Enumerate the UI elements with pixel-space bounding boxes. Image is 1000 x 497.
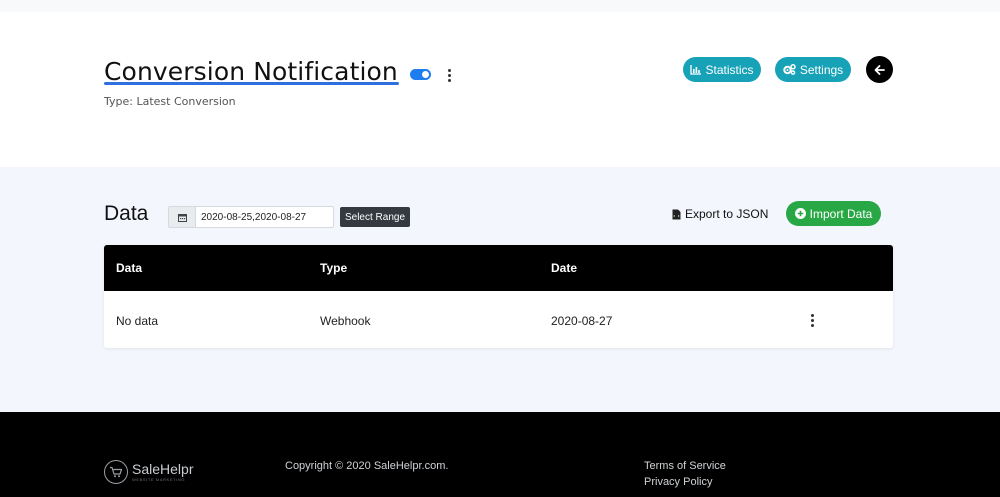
column-header-data[interactable]: Data [116, 261, 142, 275]
data-table: Data Type Date No data Webhook 2020-08-2… [104, 245, 893, 348]
import-label: Import Data [809, 206, 873, 221]
settings-button[interactable]: Settings [775, 57, 851, 82]
footer-logo[interactable]: SaleHelpr WEBSITE MARKETING [104, 460, 193, 484]
cell-type: Webhook [320, 314, 371, 328]
logo-name: SaleHelpr [132, 461, 194, 477]
page-header: Conversion Notification Type: Latest Con… [0, 12, 1000, 167]
top-bar [0, 0, 1000, 12]
row-more-options-icon[interactable] [810, 314, 814, 327]
privacy-policy-link[interactable]: Privacy Policy [644, 476, 712, 488]
calendar-icon[interactable] [169, 207, 196, 227]
cell-date: 2020-08-27 [551, 314, 613, 328]
date-range-input[interactable] [196, 207, 333, 227]
plus-circle-icon [794, 208, 806, 219]
cart-logo-icon [104, 460, 128, 484]
back-button[interactable] [866, 56, 893, 83]
data-title: Data [104, 202, 149, 225]
notification-toggle[interactable] [410, 69, 431, 80]
cell-data: No data [116, 314, 159, 328]
notification-type: Type: Latest Conversion [104, 95, 236, 108]
settings-label: Settings [799, 62, 844, 77]
table-header: Data Type Date [104, 245, 893, 291]
export-json-link[interactable]: Export to JSON [672, 207, 768, 221]
arrow-left-icon [874, 64, 885, 75]
file-code-icon [672, 209, 681, 219]
column-header-type[interactable]: Type [320, 261, 347, 275]
export-label: Export to JSON [685, 207, 769, 221]
import-data-button[interactable]: Import Data [786, 201, 881, 226]
statistics-button[interactable]: Statistics [683, 57, 761, 82]
select-range-button[interactable]: Select Range [340, 207, 410, 227]
logo-tagline: WEBSITE MARKETING [132, 477, 186, 482]
data-section: Data Select Range Export to JSON Import … [0, 167, 1000, 412]
copyright-text: Copyright © 2020 SaleHelpr.com. [285, 460, 449, 472]
cogs-icon [783, 64, 796, 75]
date-range-picker[interactable] [168, 206, 334, 228]
statistics-label: Statistics [705, 62, 754, 77]
more-options-icon[interactable] [447, 69, 451, 82]
chart-bar-icon [690, 64, 702, 75]
column-header-date[interactable]: Date [551, 261, 577, 275]
title-underline [104, 82, 399, 85]
footer: SaleHelpr WEBSITE MARKETING Copyright © … [0, 412, 1000, 497]
terms-of-service-link[interactable]: Terms of Service [644, 460, 726, 472]
toggle-knob [422, 71, 429, 78]
